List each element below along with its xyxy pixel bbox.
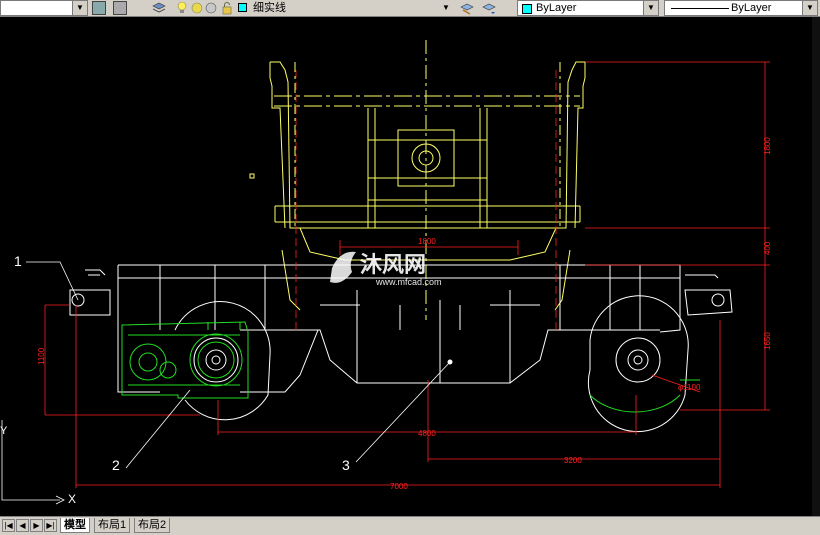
- layer-color-swatch: [238, 3, 247, 12]
- color-value: ByLayer: [536, 2, 577, 14]
- linetype-preview: [671, 8, 729, 9]
- tab-layout2[interactable]: 布局2: [134, 518, 171, 533]
- dim-wheelbase: 4800: [418, 429, 436, 438]
- watermark-url: www.mfcad.com: [375, 277, 442, 287]
- first-tab-icon[interactable]: |◀: [2, 519, 15, 532]
- bulb-icon[interactable]: [175, 1, 189, 15]
- last-tab-icon[interactable]: ▶|: [44, 519, 57, 532]
- dim-height-upper: 1800: [763, 137, 772, 155]
- dim-total-length: 7000: [390, 482, 408, 491]
- settings-icon[interactable]: [92, 1, 106, 15]
- make-current-layer-icon[interactable]: [460, 1, 474, 15]
- dim-top-width: 1800: [418, 237, 436, 246]
- color-dropdown[interactable]: ByLayer ▼: [517, 0, 659, 16]
- watermark-name: 沐风网: [360, 252, 426, 277]
- sun-icon[interactable]: [190, 1, 204, 15]
- linetype-value: ByLayer: [731, 2, 772, 14]
- x-axis-label: X: [68, 492, 76, 506]
- layers-icon[interactable]: [152, 1, 166, 15]
- tab-layout1[interactable]: 布局1: [94, 518, 131, 533]
- chevron-down-icon[interactable]: ▼: [802, 1, 817, 15]
- viewport-freeze-icon[interactable]: [205, 1, 219, 15]
- prev-tab-icon[interactable]: ◀: [16, 519, 29, 532]
- part-label-1: 1: [14, 253, 22, 269]
- cad-drawing: 1 2 3 X Y 7000 4800 3200 1800 1800 400 1…: [0, 40, 772, 506]
- part-label-2: 2: [112, 457, 120, 473]
- car-frame: [69, 264, 733, 433]
- chevron-down-icon[interactable]: ▼: [439, 1, 453, 15]
- layer-dropdown[interactable]: ▼: [248, 0, 454, 16]
- layer-state-icon[interactable]: [113, 1, 127, 15]
- next-tab-icon[interactable]: ▶: [30, 519, 43, 532]
- layer-previous-icon[interactable]: [482, 1, 496, 15]
- dim-wheel-diameter: φ1100: [678, 383, 701, 392]
- chevron-down-icon[interactable]: ▼: [643, 1, 658, 15]
- lock-icon[interactable]: [220, 1, 234, 15]
- tab-model[interactable]: 模型: [60, 518, 90, 533]
- dim-half-track: 3200: [564, 456, 582, 465]
- linetype-dropdown[interactable]: ByLayer ▼: [664, 0, 818, 16]
- color-swatch: [522, 4, 532, 14]
- drawing-canvas[interactable]: 1 2 3 X Y 7000 4800 3200 1800 1800 400 1…: [0, 17, 820, 517]
- layout-tabs-bar: |◀ ◀ ▶ ▶| 模型 布局1 布局2: [0, 516, 820, 535]
- dim-height-lower: 1650: [763, 332, 772, 350]
- y-axis-label: Y: [0, 425, 8, 437]
- watermark: 沐风网 www.mfcad.com: [330, 251, 442, 287]
- workspace-dropdown[interactable]: ▼: [0, 0, 88, 16]
- dim-height-mid: 400: [763, 241, 772, 255]
- chevron-down-icon[interactable]: ▼: [72, 1, 87, 15]
- part-label-3: 3: [342, 457, 350, 473]
- dim-left-height: 1100: [37, 347, 46, 365]
- properties-toolbar: ▼ 细实线 ▼ ByLayer ▼ ByLayer ▼: [0, 0, 820, 17]
- vertical-scrollbar[interactable]: [812, 17, 820, 517]
